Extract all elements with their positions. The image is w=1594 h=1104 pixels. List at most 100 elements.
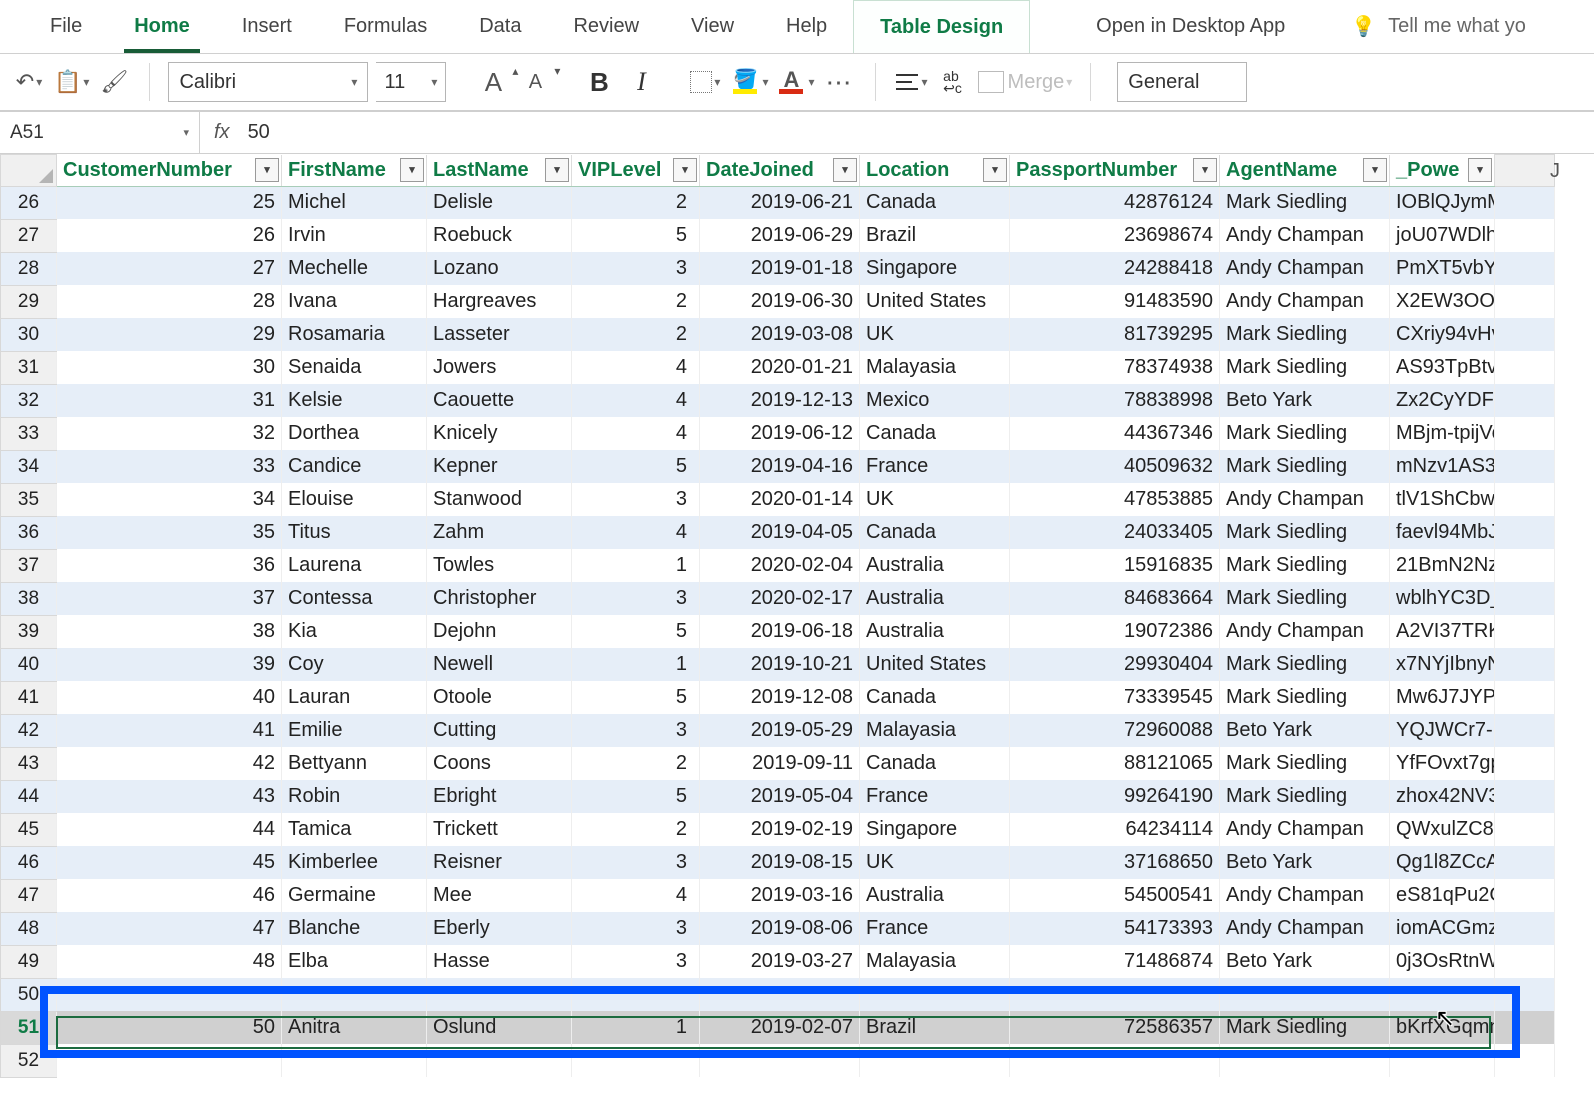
cell-viplevel[interactable]: 2 bbox=[572, 186, 700, 219]
more-font-options[interactable]: ⋯ bbox=[823, 62, 857, 102]
cell-viplevel[interactable]: 2 bbox=[572, 318, 700, 351]
cell-agentname[interactable]: Mark Siedling bbox=[1220, 186, 1390, 219]
cell-customernumber[interactable]: 34 bbox=[57, 483, 282, 516]
cell-passportnumber[interactable]: 81739295 bbox=[1010, 318, 1220, 351]
filter-icon[interactable]: ▾ bbox=[1468, 158, 1492, 182]
cell-powe[interactable]: Zx2CyYDFm2E bbox=[1390, 384, 1495, 417]
cell-agentname[interactable]: Beto Yark bbox=[1220, 945, 1390, 978]
cell-passportnumber[interactable]: 42876124 bbox=[1010, 186, 1220, 219]
row-header[interactable]: 46 bbox=[1, 846, 57, 879]
cell-datejoined[interactable]: 2019-03-08 bbox=[700, 318, 860, 351]
cell-customernumber[interactable]: 45 bbox=[57, 846, 282, 879]
cell-powe[interactable]: YfFOvxt7gpY bbox=[1390, 747, 1495, 780]
cell-firstname[interactable]: Irvin bbox=[282, 219, 427, 252]
select-all-corner[interactable] bbox=[1, 155, 57, 187]
cell-customernumber[interactable]: 41 bbox=[57, 714, 282, 747]
tell-me-input[interactable]: Tell me what yo bbox=[1388, 15, 1526, 38]
cell-agentname[interactable]: Mark Siedling bbox=[1220, 318, 1390, 351]
cell-agentname[interactable]: Andy Champan bbox=[1220, 285, 1390, 318]
cell-location[interactable]: Canada bbox=[860, 681, 1010, 714]
cell-lastname[interactable]: Otoole bbox=[427, 681, 572, 714]
cell-location[interactable] bbox=[860, 978, 1010, 1011]
cell-customernumber[interactable] bbox=[57, 978, 282, 1011]
cell-agentname[interactable]: Andy Champan bbox=[1220, 615, 1390, 648]
cell-passportnumber[interactable]: 19072386 bbox=[1010, 615, 1220, 648]
borders-button[interactable]: ▾ bbox=[688, 62, 722, 102]
cell-agentname[interactable]: Mark Siedling bbox=[1220, 681, 1390, 714]
row-header[interactable]: 32 bbox=[1, 384, 57, 417]
filter-icon[interactable]: ▾ bbox=[545, 158, 569, 182]
table-row[interactable]: 3433CandiceKepner52019-04-16France405096… bbox=[1, 450, 1555, 483]
cell-agentname[interactable]: Mark Siedling bbox=[1220, 417, 1390, 450]
cell-firstname[interactable]: Coy bbox=[282, 648, 427, 681]
cell-powe[interactable]: Mw6J7JYPGYA bbox=[1390, 681, 1495, 714]
cell-lastname[interactable]: Hargreaves bbox=[427, 285, 572, 318]
cell-viplevel[interactable]: 5 bbox=[572, 615, 700, 648]
table-row[interactable]: 3130SenaidaJowers42020-01-21Malayasia783… bbox=[1, 351, 1555, 384]
cell-customernumber[interactable]: 43 bbox=[57, 780, 282, 813]
cell-datejoined[interactable]: 2020-01-21 bbox=[700, 351, 860, 384]
cell-customernumber[interactable]: 33 bbox=[57, 450, 282, 483]
table-row[interactable]: 4948ElbaHasse32019-03-27Malayasia7148687… bbox=[1, 945, 1555, 978]
table-row[interactable]: 52 bbox=[1, 1044, 1555, 1077]
cell-datejoined[interactable]: 2019-05-04 bbox=[700, 780, 860, 813]
row-header[interactable]: 27 bbox=[1, 219, 57, 252]
cell-firstname[interactable]: Elouise bbox=[282, 483, 427, 516]
cell-viplevel[interactable]: 5 bbox=[572, 780, 700, 813]
row-header[interactable]: 34 bbox=[1, 450, 57, 483]
cell-customernumber[interactable]: 31 bbox=[57, 384, 282, 417]
cell-agentname[interactable]: Mark Siedling bbox=[1220, 582, 1390, 615]
cell-firstname[interactable]: Michel bbox=[282, 186, 427, 219]
cell-location[interactable]: Malayasia bbox=[860, 351, 1010, 384]
cell-powe[interactable]: eS81qPu2GEU bbox=[1390, 879, 1495, 912]
cell-powe[interactable]: Qg1l8ZCcALk bbox=[1390, 846, 1495, 879]
row-header[interactable]: 50 bbox=[1, 978, 57, 1011]
cell-passportnumber[interactable]: 54173393 bbox=[1010, 912, 1220, 945]
col-header-lastname[interactable]: LastName▾ bbox=[427, 155, 572, 187]
table-row[interactable]: 3534ElouiseStanwood32020-01-14UK47853885… bbox=[1, 483, 1555, 516]
table-row[interactable]: 3332DortheaKnicely42019-06-12Canada44367… bbox=[1, 417, 1555, 450]
cell-passportnumber[interactable]: 99264190 bbox=[1010, 780, 1220, 813]
cell-location[interactable]: France bbox=[860, 780, 1010, 813]
cell-passportnumber[interactable]: 71486874 bbox=[1010, 945, 1220, 978]
cell-lastname[interactable] bbox=[427, 978, 572, 1011]
table-row[interactable]: 4645KimberleeReisner32019-08-15UK3716865… bbox=[1, 846, 1555, 879]
col-header-datejoined[interactable]: DateJoined▾ bbox=[700, 155, 860, 187]
decrease-font-button[interactable]: A▾ bbox=[518, 62, 552, 102]
font-size-select[interactable]: 11▾ bbox=[376, 62, 446, 102]
cell-agentname[interactable]: Andy Champan bbox=[1220, 813, 1390, 846]
cell-firstname[interactable]: Germaine bbox=[282, 879, 427, 912]
cell-agentname[interactable]: Andy Champan bbox=[1220, 219, 1390, 252]
cell-passportnumber[interactable]: 24033405 bbox=[1010, 516, 1220, 549]
row-header[interactable]: 38 bbox=[1, 582, 57, 615]
cell-location[interactable]: Singapore bbox=[860, 813, 1010, 846]
cell-customernumber[interactable]: 42 bbox=[57, 747, 282, 780]
cell-datejoined[interactable]: 2019-06-12 bbox=[700, 417, 860, 450]
cell-customernumber[interactable]: 39 bbox=[57, 648, 282, 681]
cell-viplevel[interactable]: 3 bbox=[572, 912, 700, 945]
cell-customernumber[interactable]: 48 bbox=[57, 945, 282, 978]
cell-customernumber[interactable]: 30 bbox=[57, 351, 282, 384]
cell-powe[interactable]: PmXT5vbYiHQ bbox=[1390, 252, 1495, 285]
cell-customernumber[interactable]: 50 bbox=[57, 1011, 282, 1044]
cell-passportnumber[interactable]: 91483590 bbox=[1010, 285, 1220, 318]
cell-lastname[interactable]: Zahm bbox=[427, 516, 572, 549]
cell-lastname[interactable]: Towles bbox=[427, 549, 572, 582]
spreadsheet-grid[interactable]: CustomerNumber▾ FirstName▾ LastName▾ VIP… bbox=[0, 154, 1594, 1078]
col-header-passportnumber[interactable]: PassportNumber▾ bbox=[1010, 155, 1220, 187]
cell-firstname[interactable]: Rosamaria bbox=[282, 318, 427, 351]
cell-location[interactable]: United States bbox=[860, 285, 1010, 318]
cell-agentname[interactable]: Mark Siedling bbox=[1220, 747, 1390, 780]
cell-passportnumber[interactable]: 23698674 bbox=[1010, 219, 1220, 252]
alignment-button[interactable]: ▾ bbox=[894, 62, 928, 102]
cell-customernumber[interactable]: 38 bbox=[57, 615, 282, 648]
cell-datejoined[interactable]: 2019-10-21 bbox=[700, 648, 860, 681]
table-row[interactable]: 4544TamicaTrickett22019-02-19Singapore64… bbox=[1, 813, 1555, 846]
cell-datejoined[interactable]: 2019-05-29 bbox=[700, 714, 860, 747]
cell-powe[interactable]: IOBlQJymMkY bbox=[1390, 186, 1495, 219]
cell-lastname[interactable]: Knicely bbox=[427, 417, 572, 450]
cell-powe[interactable]: YQJWCr7-hMA bbox=[1390, 714, 1495, 747]
cell-location[interactable]: Canada bbox=[860, 747, 1010, 780]
cell-viplevel[interactable] bbox=[572, 978, 700, 1011]
cell-agentname[interactable]: Mark Siedling bbox=[1220, 780, 1390, 813]
